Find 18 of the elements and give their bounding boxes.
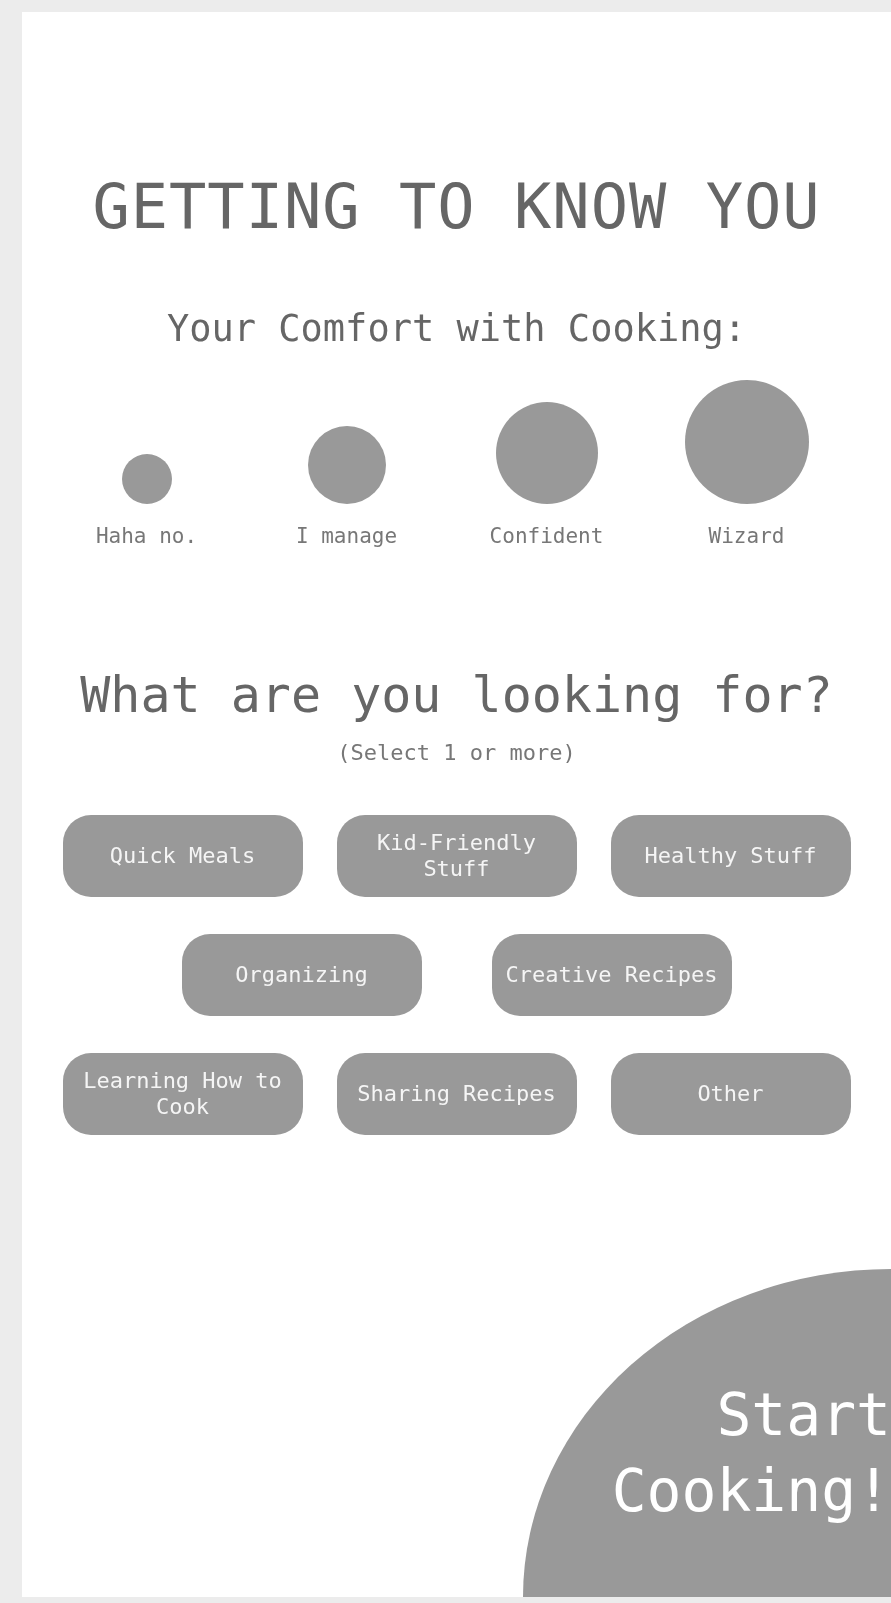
section-heading: What are you looking for? <box>80 666 833 724</box>
interest-button[interactable]: Learning How to Cook <box>62 1053 303 1135</box>
option-label: Wizard <box>708 524 785 548</box>
start-cooking-button[interactable]: Start Cooking! <box>523 1269 891 1597</box>
interest-button[interactable]: Sharing Recipes <box>336 1053 577 1135</box>
interest-button[interactable]: Kid-Friendly Stuff <box>336 815 577 897</box>
interest-button[interactable]: Healthy Stuff <box>610 815 851 897</box>
hint-text: (Select 1 or more) <box>337 740 576 765</box>
interest-button[interactable]: Other <box>610 1053 851 1135</box>
section-heading: Your Comfort with Cooking: <box>166 307 747 350</box>
interest-button[interactable]: Quick Meals <box>62 815 303 897</box>
page-title: GETTING TO KNOW YOU <box>92 170 821 243</box>
option-label: Haha no. <box>95 524 198 548</box>
interest-button[interactable]: Creative Recipes <box>491 934 732 1016</box>
option-circle[interactable] <box>121 454 172 504</box>
option-label: I manage <box>295 524 398 548</box>
interest-button[interactable]: Organizing <box>181 934 422 1016</box>
option-label: Confident <box>489 524 604 548</box>
